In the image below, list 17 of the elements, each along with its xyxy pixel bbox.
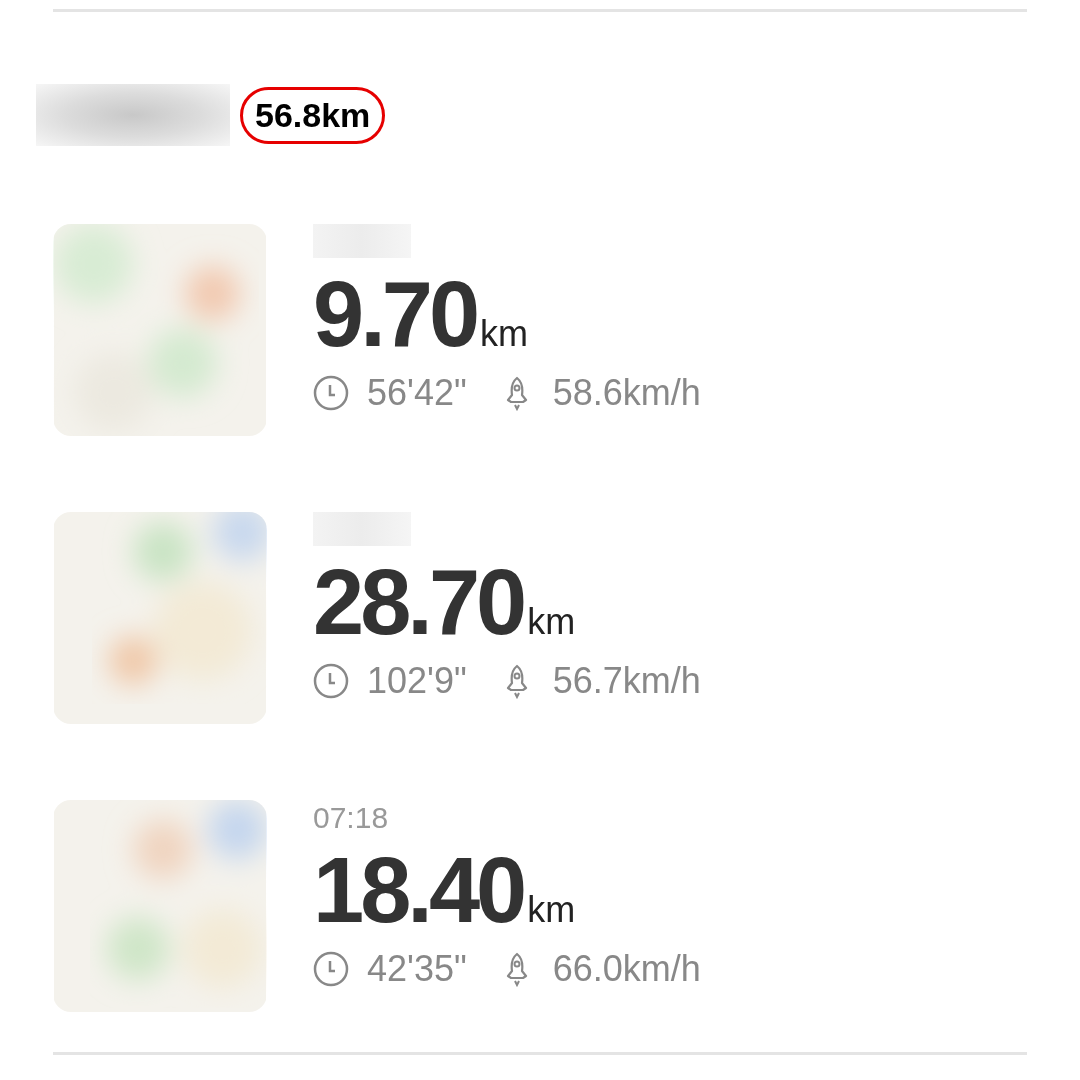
distance-unit: km bbox=[527, 601, 576, 643]
ride-duration: 42'35" bbox=[367, 948, 467, 990]
distance-unit: km bbox=[480, 313, 529, 355]
distance-value: 28.70 bbox=[313, 552, 524, 652]
ride-duration: 102'9" bbox=[367, 660, 467, 702]
clock-icon bbox=[313, 375, 349, 411]
ride-time: 07:18 bbox=[313, 800, 390, 836]
ride-speed: 56.7km/h bbox=[552, 660, 701, 702]
distance-value: 18.40 bbox=[313, 840, 524, 940]
ride-speed: 66.0km/h bbox=[552, 948, 701, 990]
clock-icon bbox=[313, 663, 349, 699]
distance-value: 9.70 bbox=[313, 264, 477, 364]
clock-icon bbox=[313, 951, 349, 987]
ride-speed: 58.6km/h bbox=[552, 372, 701, 414]
distance-unit: km bbox=[527, 889, 576, 931]
ride-duration: 56'42" bbox=[367, 372, 467, 414]
total-distance: 56.8km bbox=[240, 86, 386, 144]
